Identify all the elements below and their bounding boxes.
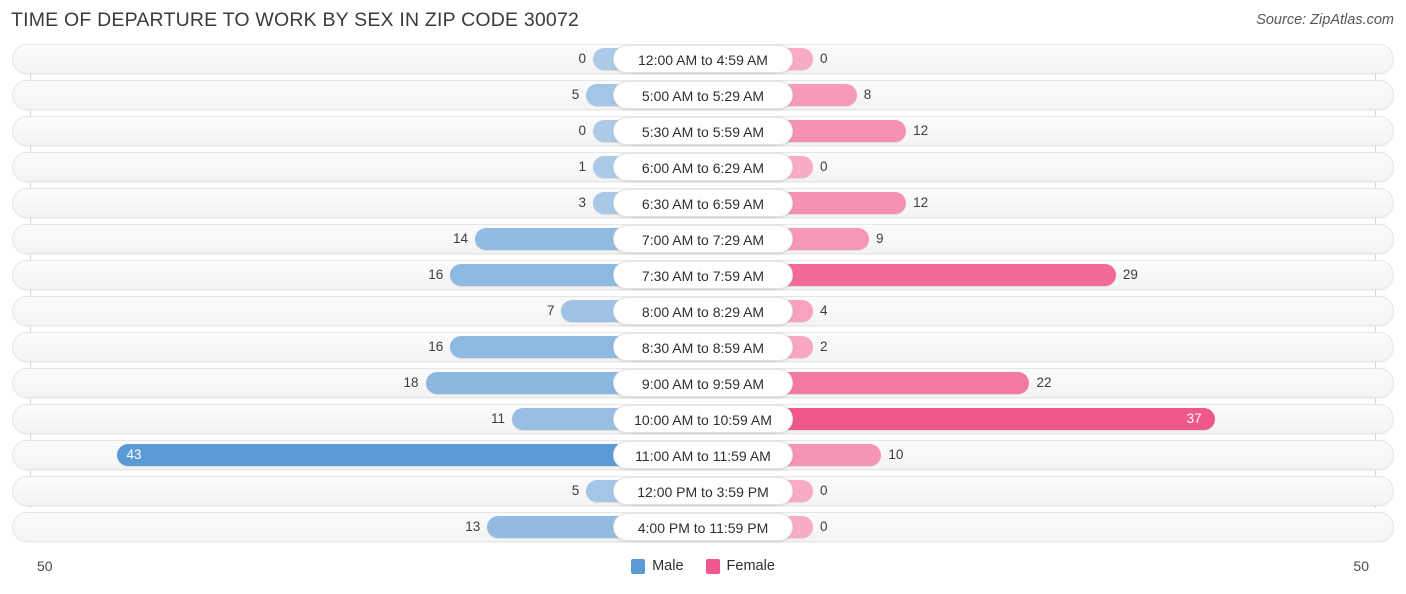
bar-row: 7 4 8:00 AM to 8:29 AM <box>0 296 1406 326</box>
bar-value-male: 3 <box>578 195 586 210</box>
bar-value-male: 0 <box>578 51 586 66</box>
bar-value-male: 11 <box>491 411 506 426</box>
bar-value-female: 22 <box>1036 375 1052 390</box>
bar-rows-container: 0 0 12:00 AM to 4:59 AM 5 8 5:00 AM to 5:29 A… <box>0 44 1406 548</box>
bar-value-female: 9 <box>876 231 884 246</box>
chart-footer: 50 50 Male Female <box>0 552 1406 594</box>
category-label-pill: 4:00 PM to 11:59 PM <box>613 513 793 541</box>
category-label-pill: 7:00 AM to 7:29 AM <box>613 225 793 253</box>
bar-value-female: 12 <box>913 195 929 210</box>
legend-label: Female <box>726 558 775 574</box>
bar-row: 43 10 11:00 AM to 11:59 AM <box>0 440 1406 470</box>
bar-value-male: 43 <box>126 447 142 462</box>
bar-value-female: 0 <box>820 519 828 534</box>
category-label-pill: 8:30 AM to 8:59 AM <box>613 333 793 361</box>
category-label-pill: 5:00 AM to 5:29 AM <box>613 81 793 109</box>
bar-value-female: 0 <box>820 51 828 66</box>
category-label-pill: 8:00 AM to 8:29 AM <box>613 297 793 325</box>
category-label-pill: 7:30 AM to 7:59 AM <box>613 261 793 289</box>
legend-swatch-icon <box>631 558 646 574</box>
bar-row: 5 0 12:00 PM to 3:59 PM <box>0 476 1406 506</box>
bar-value-male: 16 <box>428 267 444 282</box>
bar-row: 1 0 6:00 AM to 6:29 AM <box>0 152 1406 182</box>
legend-item[interactable]: Female <box>705 558 775 574</box>
bar-row: 16 2 8:30 AM to 8:59 AM <box>0 332 1406 362</box>
bar-row: 11 37 10:00 AM to 10:59 AM <box>0 404 1406 434</box>
legend-item[interactable]: Male <box>631 558 684 574</box>
category-label-pill: 5:30 AM to 5:59 AM <box>613 117 793 145</box>
bar-value-female: 4 <box>820 303 828 318</box>
category-label-pill: 11:00 AM to 11:59 AM <box>613 441 793 469</box>
bar-value-male: 18 <box>403 375 419 390</box>
bar-row: 14 9 7:00 AM to 7:29 AM <box>0 224 1406 254</box>
bar-value-male: 5 <box>571 483 580 498</box>
bar-row: 5 8 5:00 AM to 5:29 AM <box>0 80 1406 110</box>
bar-value-male: 13 <box>465 519 481 534</box>
bar-value-female: 0 <box>820 159 828 174</box>
chart-header: TIME OF DEPARTURE TO WORK BY SEX IN ZIP … <box>0 0 1406 44</box>
bar-female[interactable] <box>758 372 1030 394</box>
bar-value-female: 12 <box>913 123 929 138</box>
bar-value-female: 37 <box>1186 411 1202 426</box>
category-label-pill: 6:00 AM to 6:29 AM <box>613 153 793 181</box>
category-label-pill: 6:30 AM to 6:59 AM <box>613 189 793 217</box>
bar-row: 3 12 6:30 AM to 6:59 AM <box>0 188 1406 218</box>
bar-value-male: 16 <box>428 339 444 354</box>
bar-value-male: 5 <box>571 87 580 102</box>
page-title: TIME OF DEPARTURE TO WORK BY SEX IN ZIP … <box>11 9 580 31</box>
bar-value-male: 1 <box>578 159 586 174</box>
category-label-pill: 12:00 PM to 3:59 PM <box>613 477 793 505</box>
bar-value-female: 2 <box>820 339 828 354</box>
bar-row: 16 29 7:30 AM to 7:59 AM <box>0 260 1406 290</box>
legend-label: Male <box>652 558 684 574</box>
bar-row: 0 0 12:00 AM to 4:59 AM <box>0 44 1406 74</box>
category-label-pill: 12:00 AM to 4:59 AM <box>613 45 793 73</box>
bar-value-female: 0 <box>820 483 828 498</box>
bar-row: 13 0 4:00 PM to 11:59 PM <box>0 512 1406 542</box>
bar-value-male: 14 <box>452 231 468 246</box>
source-attribution: Source: ZipAtlas.com <box>1256 12 1394 28</box>
category-label-pill: 10:00 AM to 10:59 AM <box>613 405 793 433</box>
chart-legend: Male Female <box>0 558 1406 574</box>
bar-value-female: 10 <box>888 447 904 462</box>
bar-row: 0 12 5:30 AM to 5:59 AM <box>0 116 1406 146</box>
bar-male[interactable] <box>116 444 648 466</box>
bar-value-female: 8 <box>863 87 872 102</box>
bar-female[interactable] <box>758 408 1215 430</box>
chart-plot-area: 0 0 12:00 AM to 4:59 AM 5 8 5:00 AM to 5:29 A… <box>0 44 1406 552</box>
bar-value-male: 7 <box>546 303 555 318</box>
bar-value-male: 0 <box>578 123 586 138</box>
legend-swatch-icon <box>705 558 720 574</box>
bar-value-female: 29 <box>1122 267 1138 282</box>
category-label-pill: 9:00 AM to 9:59 AM <box>613 369 793 397</box>
bar-row: 18 22 9:00 AM to 9:59 AM <box>0 368 1406 398</box>
bar-female[interactable] <box>758 264 1116 286</box>
